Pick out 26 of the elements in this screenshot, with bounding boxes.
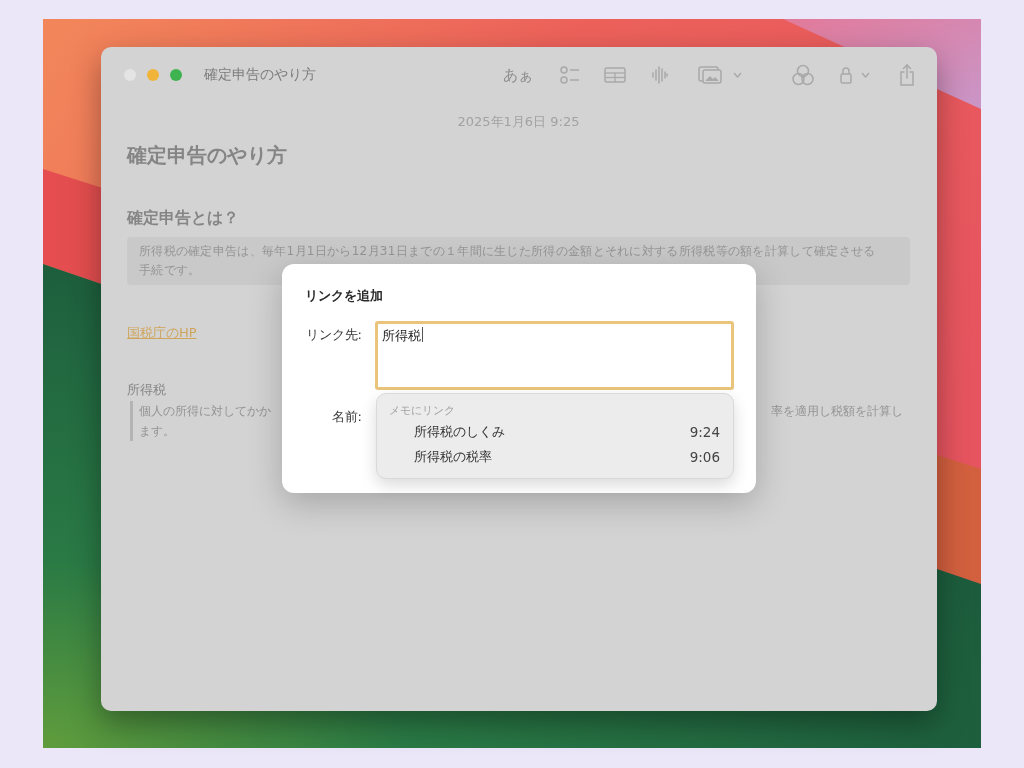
dialog-title: リンクを追加 (304, 287, 384, 305)
waveform-icon[interactable] (652, 66, 668, 84)
field-label: リンク先: (305, 326, 362, 344)
note-suggestion[interactable]: 所得税の税率 (414, 447, 492, 466)
table-icon[interactable] (604, 67, 626, 83)
share-icon[interactable] (899, 64, 915, 86)
chevron-down-icon[interactable] (733, 72, 742, 78)
note-heading: 確定申告とは？ (127, 207, 240, 229)
note-subheading: 所得税 (127, 381, 167, 399)
note-suggestion[interactable]: 所得税のしくみ (414, 422, 505, 441)
note-time: 9:24 (689, 423, 720, 440)
lock-icon[interactable] (840, 66, 852, 84)
note-title: 確定申告のやり方 (127, 142, 288, 168)
minimize-button[interactable] (147, 69, 159, 81)
photo-icon[interactable] (698, 66, 722, 84)
collaborate-icon[interactable] (792, 64, 814, 86)
text-cursor-icon (422, 327, 423, 342)
zoom-button[interactable] (170, 69, 182, 81)
field-label: 名前: (330, 408, 362, 426)
link-target-field[interactable]: 所得税 (375, 321, 734, 390)
checklist-icon[interactable] (560, 66, 580, 84)
popup-header: メモにリンク (389, 403, 456, 419)
quote-text: ます。 (139, 423, 175, 440)
chevron-down-icon[interactable] (861, 72, 870, 78)
window-title: 確定申告のやり方 (204, 66, 316, 84)
note-time: 9:06 (689, 448, 720, 465)
